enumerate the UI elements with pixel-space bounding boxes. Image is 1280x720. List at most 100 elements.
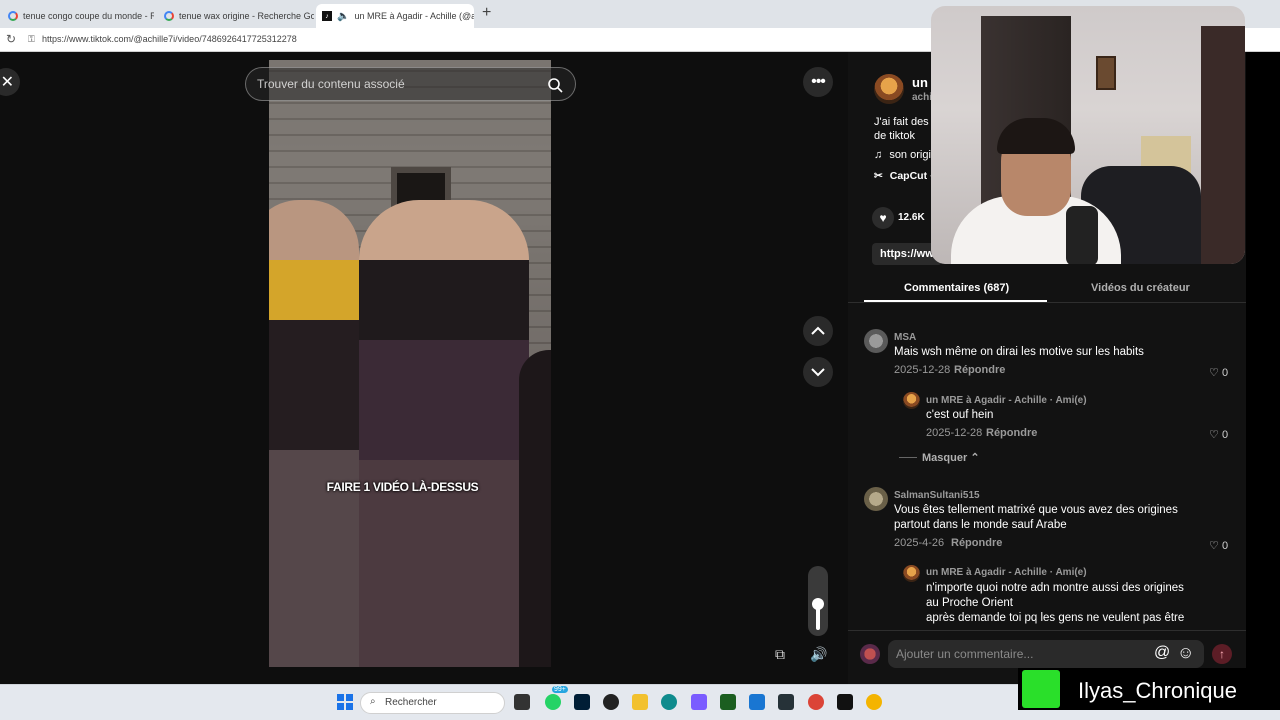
- search-placeholder: Trouver du contenu associé: [257, 77, 405, 91]
- thread-line: [899, 457, 917, 458]
- media-icon[interactable]: [720, 694, 736, 710]
- tab-comments[interactable]: Commentaires (687): [904, 282, 1009, 294]
- heart-outline-icon: ♡: [1209, 540, 1219, 552]
- reply-text-line-2: au Proche Orient: [926, 597, 1013, 609]
- video-description: J'ai fait des r de tiktok: [874, 116, 935, 142]
- reply-button[interactable]: Répondre: [951, 537, 1002, 549]
- mention-button[interactable]: @: [1154, 644, 1170, 662]
- send-button[interactable]: ↑: [1212, 644, 1232, 664]
- windows-logo-part: [337, 694, 344, 701]
- reply-date: 2025-12-28: [926, 427, 983, 439]
- video-scene-person-right: [519, 350, 551, 667]
- tab-title: un MRE à Agadir - Achille (@a: [354, 11, 474, 21]
- reply-text-line-3: après demande toi pq les gens ne veulent…: [926, 612, 1185, 624]
- file-explorer-icon[interactable]: [632, 694, 648, 710]
- comment-like-count: 0: [1221, 367, 1229, 379]
- close-icon: ✕: [0, 74, 14, 91]
- author-name[interactable]: un: [912, 75, 928, 90]
- related-search-input[interactable]: Trouver du contenu associé: [245, 67, 576, 101]
- capcut-row[interactable]: ✂ CapCut ·: [874, 170, 933, 182]
- comment-like-count: 0: [1221, 540, 1229, 552]
- photoshop-icon[interactable]: [574, 694, 590, 710]
- pip-icon[interactable]: ⧉: [775, 646, 785, 663]
- comment-like-button[interactable]: ♡ 0: [1209, 366, 1228, 379]
- copilot-icon[interactable]: [691, 694, 707, 710]
- reply-author[interactable]: un MRE à Agadir - Achille · Ami(e): [926, 567, 1087, 578]
- reload-icon[interactable]: ↻: [6, 32, 16, 46]
- like-count: 12.6K: [898, 212, 925, 223]
- windows-logo-part: [346, 694, 353, 701]
- whatsapp-icon[interactable]: [545, 694, 561, 710]
- windows-logo-part: [346, 703, 353, 710]
- volume-slider[interactable]: [808, 566, 828, 636]
- commenter-name[interactable]: SalmanSultani515: [894, 490, 980, 501]
- tab-tiktok[interactable]: ♪ 🔈 un MRE à Agadir - Achille (@a ✕: [316, 4, 474, 28]
- obs-icon[interactable]: [603, 694, 619, 710]
- video-scene-person-left: [269, 200, 359, 667]
- volume-knob[interactable]: [812, 598, 824, 610]
- webcam-poster: [1096, 56, 1116, 90]
- url-text[interactable]: https://www.tiktok.com/@achille7i/video/…: [42, 34, 297, 44]
- video-scene-person-center: [359, 200, 529, 667]
- video-frame[interactable]: [269, 60, 551, 667]
- comment-text-line-1: Vous êtes tellement matrixé que vous ave…: [894, 504, 1178, 516]
- commenter-avatar[interactable]: [864, 329, 888, 353]
- author-avatar[interactable]: [874, 74, 904, 104]
- video-caption: FAIRE 1 VIDÉO LÀ-DESSUS: [326, 480, 479, 494]
- tab-creator-videos[interactable]: Vidéos du créateur: [1091, 282, 1190, 294]
- reply-like-button[interactable]: ♡ 0: [1209, 428, 1228, 441]
- heart-outline-icon: ♡: [1209, 429, 1219, 441]
- webcam-door: [1201, 26, 1245, 264]
- like-button[interactable]: ♥: [872, 207, 894, 229]
- reply-button[interactable]: Répondre: [986, 427, 1037, 439]
- taskbar-search[interactable]: ⌕ Rechercher: [360, 692, 505, 714]
- reply-text: c'est ouf hein: [926, 409, 994, 421]
- task-view-icon[interactable]: [514, 694, 530, 710]
- reply-author[interactable]: un MRE à Agadir - Achille · Ami(e): [926, 395, 1087, 406]
- notification-badge: 99+: [552, 686, 568, 693]
- site-info-icon[interactable]: ⚿: [28, 34, 35, 45]
- chevron-up-icon: [811, 326, 825, 335]
- speaker-icon[interactable]: 🔈: [337, 11, 349, 22]
- new-tab-button[interactable]: +: [482, 4, 491, 22]
- emoji-button[interactable]: ☺: [1177, 643, 1194, 663]
- reply-avatar[interactable]: [903, 565, 920, 582]
- webcam-microphone: [1066, 206, 1098, 264]
- search-icon: ⌕: [370, 696, 376, 707]
- snipping-tool-icon[interactable]: [749, 694, 765, 710]
- author-handle[interactable]: achi: [912, 92, 932, 103]
- next-video-button[interactable]: [803, 357, 833, 387]
- chevron-up-icon: ⌃: [970, 452, 980, 464]
- music-note-icon: ♫: [874, 149, 883, 161]
- comment-like-button[interactable]: ♡ 0: [1209, 539, 1228, 552]
- previous-video-button[interactable]: [803, 316, 833, 346]
- streamer-name: Ilyas_Chronique: [1078, 678, 1237, 703]
- heart-icon: ♥: [879, 211, 887, 225]
- reply-avatar[interactable]: [903, 392, 920, 409]
- tab-title: tenue wax origine - Recherche Go: [179, 11, 314, 21]
- capcut-app-icon[interactable]: [837, 694, 853, 710]
- start-button[interactable]: [337, 694, 353, 710]
- comment-placeholder: Ajouter un commentaire...: [896, 647, 1034, 661]
- search-icon[interactable]: [547, 77, 563, 93]
- edge-icon[interactable]: [661, 694, 677, 710]
- google-icon: [164, 11, 174, 21]
- taskbar-search-label: Rechercher: [385, 697, 437, 708]
- commenter-name[interactable]: MSA: [894, 332, 916, 343]
- hide-replies-button[interactable]: Masquer ⌃: [922, 451, 980, 464]
- reply-text-line-1: n'importe quoi notre adn montre aussi de…: [926, 582, 1184, 594]
- tab-title: tenue congo coupe du monde - R: [23, 11, 154, 21]
- webcam-overlay: [931, 6, 1245, 264]
- speaker-icon[interactable]: 🔊: [810, 646, 827, 663]
- windows-logo-part: [337, 703, 344, 710]
- commenter-avatar[interactable]: [864, 487, 888, 511]
- tab-wax[interactable]: tenue wax origine - Recherche Go ✕: [158, 4, 314, 28]
- app-icon[interactable]: [778, 694, 794, 710]
- tab-congo[interactable]: tenue congo coupe du monde - R ✕: [2, 4, 154, 28]
- heart-outline-icon: ♡: [1209, 367, 1219, 379]
- more-options-button[interactable]: •••: [803, 67, 833, 97]
- music-row[interactable]: ♫ son origi: [874, 149, 931, 161]
- chrome-profile-icon[interactable]: [866, 694, 882, 710]
- chrome-icon[interactable]: [808, 694, 824, 710]
- reply-button[interactable]: Répondre: [954, 364, 1005, 376]
